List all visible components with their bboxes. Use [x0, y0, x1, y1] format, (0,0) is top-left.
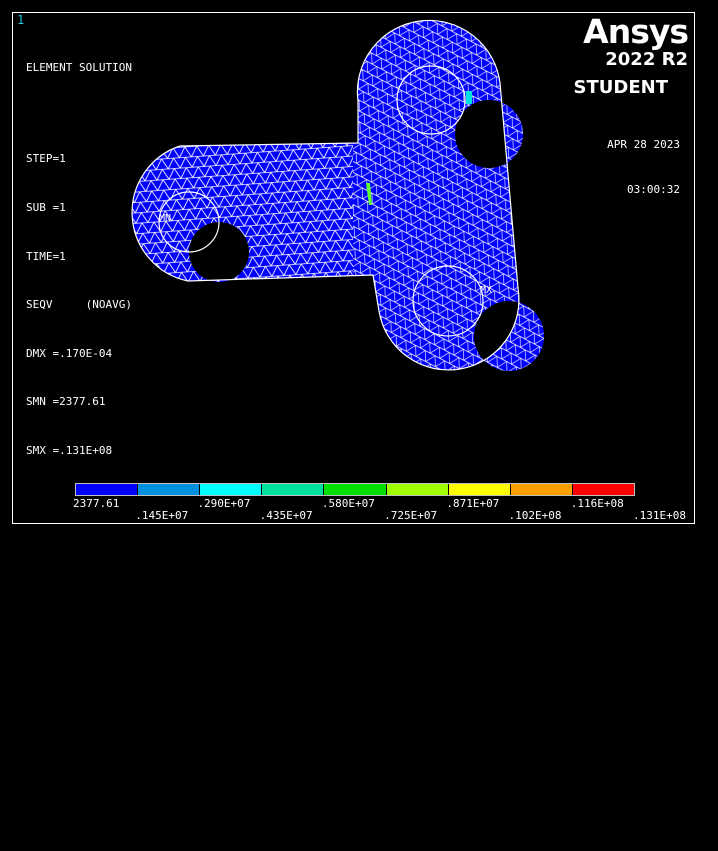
info-dmx: DMX =.170E-04 — [26, 346, 113, 360]
legend-swatch — [324, 484, 387, 495]
stress-spot-cyan — [466, 91, 472, 104]
min-marker: MN — [159, 213, 171, 224]
solution-info: ELEMENT SOLUTION STEP=1 SUB =1 TIME=1 SE… — [26, 28, 132, 492]
info-title: ELEMENT SOLUTION — [26, 61, 132, 75]
legend-swatch — [510, 484, 573, 495]
legend-label: .131E+08 — [633, 509, 686, 522]
info-step: STEP=1 — [26, 152, 66, 166]
max-marker: MX — [480, 285, 492, 296]
legend-label: .145E+07 — [135, 509, 189, 522]
legend-swatch — [386, 484, 449, 495]
brand-edition: STUDENT — [573, 77, 668, 98]
legend-label: .290E+07 — [197, 497, 251, 510]
time-label: 03:00:32 — [627, 183, 680, 196]
info-sub: SUB =1 — [26, 201, 66, 214]
legend-swatch — [200, 484, 263, 495]
legend-swatch — [572, 484, 634, 495]
info-smn: SMN =2377.61 — [26, 395, 106, 409]
legend-label: .871E+07 — [446, 497, 500, 510]
timestamp: APR 28 2023 03:00:32 — [607, 107, 680, 227]
graphics-viewport[interactable]: MN MX 1 ELEMENT SOLUTION STEP=1 SUB =1 T… — [12, 12, 695, 524]
brand-version: 2022 R2 — [605, 49, 688, 70]
ansys-logo: Ansys 2022 R2 STUDENT — [573, 12, 689, 99]
legend-swatch — [262, 484, 325, 495]
legend-label: .725E+07 — [384, 509, 438, 522]
window-number: 1 — [17, 13, 25, 27]
legend-swatch — [76, 484, 139, 495]
info-result: SEQV (NOAVG) — [26, 298, 132, 312]
info-time: TIME=1 — [26, 249, 66, 263]
legend-swatch — [448, 484, 511, 495]
legend-swatch — [138, 484, 201, 495]
date-label: APR 28 2023 — [607, 138, 680, 151]
legend-color-bar — [75, 483, 635, 496]
info-smx: SMX =.131E+08 — [26, 443, 113, 457]
legend-label: .116E+08 — [570, 497, 624, 510]
legend-label: .435E+07 — [259, 509, 313, 522]
legend-label: 2377.61 — [73, 497, 120, 510]
brand-name: Ansys — [583, 12, 689, 51]
legend-label: .102E+08 — [508, 509, 562, 522]
legend-label: .580E+07 — [321, 497, 375, 510]
